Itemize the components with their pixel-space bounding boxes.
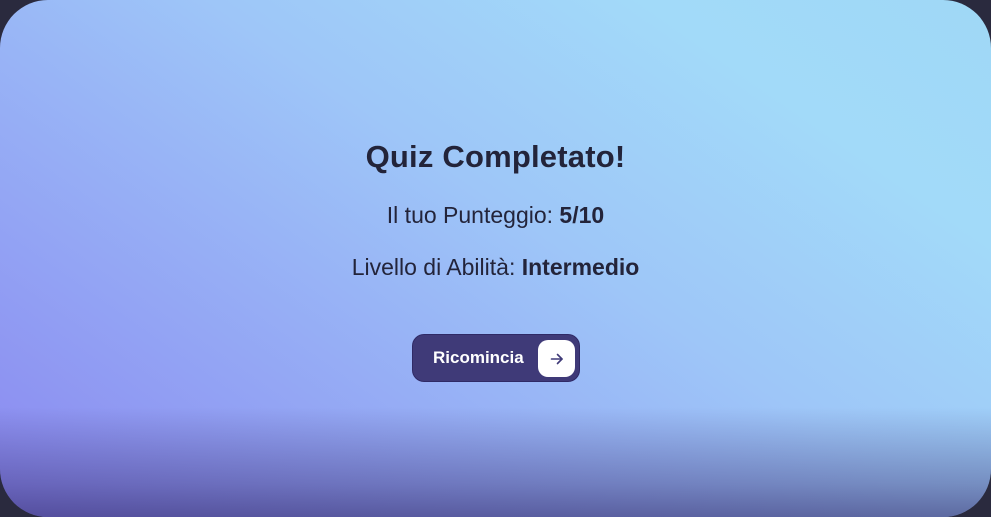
level-value: Intermedio: [521, 254, 640, 280]
result-content: Quiz Completato! Il tuo Punteggio: 5/10 …: [0, 138, 991, 282]
quiz-result-card: Quiz Completato! Il tuo Punteggio: 5/10 …: [0, 0, 991, 517]
restart-button-label: Ricomincia: [433, 348, 524, 367]
score-label: Il tuo Punteggio:: [386, 202, 554, 228]
page-title: Quiz Completato!: [365, 139, 626, 174]
arrow-right-icon: [538, 340, 575, 377]
score-value: 5/10: [559, 202, 605, 228]
restart-button[interactable]: Ricomincia: [412, 334, 580, 382]
level-line: Livello di Abilità: Intermedio: [0, 252, 991, 282]
level-label: Livello di Abilità:: [351, 254, 516, 280]
score-line: Il tuo Punteggio: 5/10: [0, 200, 991, 230]
